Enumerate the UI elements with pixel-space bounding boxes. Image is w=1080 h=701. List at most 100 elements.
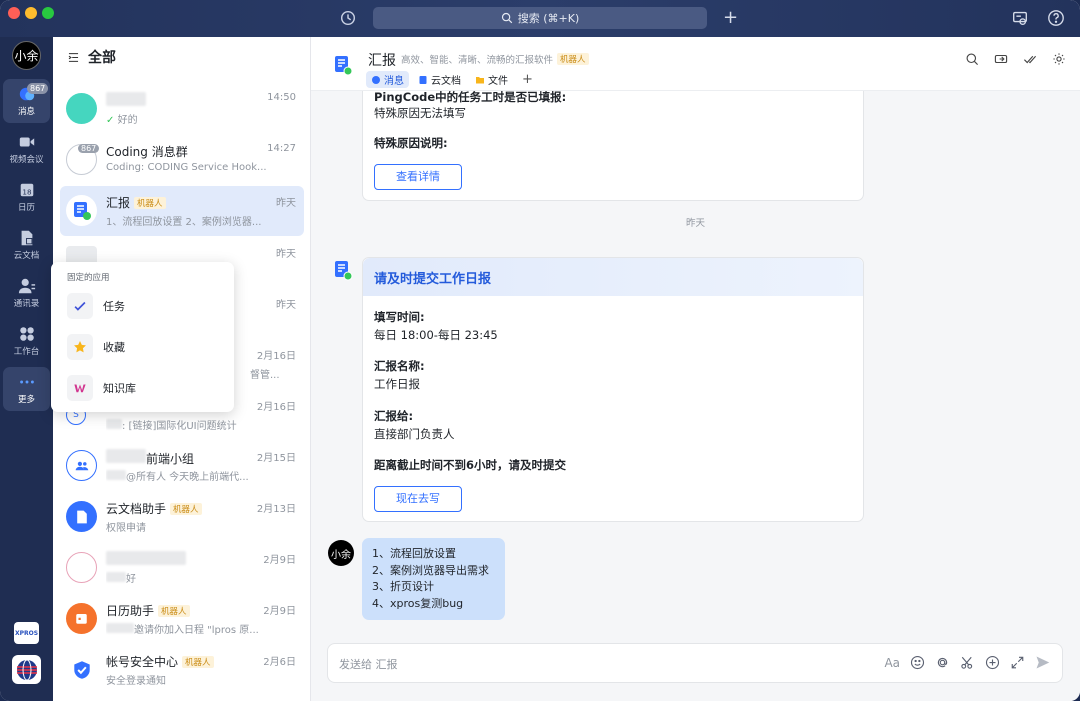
calendar-icon: 18 [20, 183, 33, 197]
docs-assistant-avatar [66, 501, 97, 532]
message-line: 1、流程回放设置 [372, 547, 456, 560]
more-dots-icon [19, 380, 34, 384]
tab-files[interactable]: 文件 [470, 71, 513, 88]
unread-badge: 867 [78, 144, 100, 153]
group-avatar [66, 450, 97, 481]
conversation-name [106, 551, 186, 568]
pinned-app-tasks[interactable]: 任务 [67, 292, 227, 320]
conversation-item[interactable]: 867 Coding 消息群 Coding: CODING Service Ho… [60, 135, 304, 185]
conversation-time: 2月6日 [263, 657, 296, 668]
bot-tag: 机器人 [557, 53, 589, 65]
conversation-preview: Coding: CODING Service Hook... [106, 162, 266, 173]
document-icon [21, 230, 32, 246]
conversation-name: 帐号安全中心 机器人 [106, 653, 214, 670]
pinned-app-label: 收藏 [103, 341, 125, 354]
conversation-time: 2月16日 [256, 351, 296, 362]
rail-item-calendar[interactable]: 18 日历 [3, 175, 50, 219]
message-input[interactable]: 发送给 汇报 Aa [327, 643, 1063, 683]
conversation-preview: @所有人 今天晚上前端代... [106, 468, 266, 483]
rail-item-more[interactable]: 更多 [3, 367, 50, 411]
contacts-icon [18, 278, 35, 294]
filter-list-icon[interactable] [67, 51, 80, 64]
rail-item-messages[interactable]: 消息 867 [3, 79, 50, 123]
close-window-button[interactable] [8, 7, 20, 19]
conversation-time: 2月9日 [263, 555, 296, 566]
history-icon[interactable] [339, 9, 357, 27]
fill-time-value: 每日 18:00-每日 23:45 [374, 328, 498, 342]
rail-label: 通讯录 [13, 299, 40, 309]
font-format-icon[interactable]: Aa [884, 656, 900, 670]
settings-gear-icon[interactable] [1052, 52, 1066, 66]
rail-item-docs[interactable]: 云文档 [3, 223, 50, 267]
add-tab-button[interactable]: + [517, 71, 538, 88]
daily-report-card: 请及时提交工作日报 填写时间: 每日 18:00-每日 23:45 汇报名称: … [362, 257, 864, 522]
conversation-item[interactable]: 好 2月9日 [60, 543, 304, 593]
my-avatar[interactable]: 小余 [12, 41, 41, 70]
share-icon[interactable] [994, 52, 1008, 66]
search-input[interactable]: 搜索 (⌘+K) [373, 7, 707, 29]
check-circle-icon: ✓ [106, 115, 115, 126]
task-check-icon [67, 293, 93, 319]
group-icon [75, 461, 88, 470]
conversation-name: Coding 消息群 [106, 145, 188, 159]
rail-item-video-meeting[interactable]: 视频会议 [3, 127, 50, 171]
conversation-item[interactable]: ✓ 好的 14:50 [60, 84, 304, 134]
conversation-time: 14:50 [267, 92, 296, 103]
pinned-app-favorites[interactable]: 收藏 [67, 333, 227, 361]
mention-icon[interactable] [935, 655, 950, 670]
help-center-icon[interactable] [1011, 9, 1029, 27]
rail-label: 工作台 [13, 347, 40, 357]
input-toolbar: Aa [884, 655, 1050, 670]
double-check-icon[interactable] [1023, 52, 1037, 66]
conversation-preview: 督管... [250, 370, 280, 381]
conversation-item-huibao[interactable]: 汇报 机器人 1、流程回放设置 2、案例浏览器... 昨天 [60, 186, 304, 236]
report-bot-avatar [66, 195, 97, 226]
conversation-item-calendar-assistant[interactable]: 日历助手 机器人 邀请你加入日程 "lpros 原... 2月9日 [60, 594, 304, 644]
conversation-name: 前端小组 [106, 449, 194, 467]
document-icon [419, 75, 427, 84]
list-title: 全部 [88, 50, 116, 66]
rail-item-contacts[interactable]: 通讯录 [3, 271, 50, 315]
maximize-window-button[interactable] [42, 7, 54, 19]
fill-time-label: 填写时间: [374, 310, 425, 324]
expand-icon[interactable] [1010, 655, 1025, 670]
tab-messages[interactable]: 消息 [366, 71, 409, 88]
card-title: 请及时提交工作日报 [363, 258, 863, 296]
conversation-name [106, 92, 146, 109]
conversation-item-account-security[interactable]: 帐号安全中心 机器人 安全登录通知 2月6日 [60, 645, 304, 695]
rail-label: 消息 [17, 107, 35, 117]
message-icon [372, 75, 380, 84]
search-icon[interactable] [965, 52, 979, 66]
report-bot-icon [335, 56, 353, 76]
conversation-name: 日历助手 机器人 [106, 602, 190, 619]
folder-icon [476, 76, 484, 83]
tab-docs[interactable]: 云文档 [413, 71, 466, 88]
report-name-label: 汇报名称: [374, 359, 425, 373]
video-camera-icon [19, 137, 34, 147]
new-button[interactable]: + [723, 7, 738, 29]
shield-avatar [66, 654, 97, 685]
report-to-label: 汇报给: [374, 409, 414, 423]
view-details-button[interactable]: 查看详情 [374, 164, 462, 190]
wiki-icon [67, 375, 93, 401]
rail-item-workbench[interactable]: 工作台 [3, 319, 50, 363]
globe-app-icon[interactable] [12, 655, 41, 684]
chat-subtitle: 高效、智能、清晰、流畅的汇报软件 机器人 [401, 52, 589, 66]
add-circle-icon[interactable] [985, 655, 1000, 670]
conversation-item-docs-assistant[interactable]: 云文档助手 机器人 权限申请 2月13日 [60, 492, 304, 542]
help-icon[interactable] [1047, 9, 1065, 27]
chat-header: 汇报 高效、智能、清晰、流畅的汇报软件 机器人 消息 云文档 文件 + [311, 37, 1080, 91]
chat-title: 汇报 [368, 53, 396, 69]
send-icon[interactable] [1035, 655, 1050, 670]
xpros-app-icon[interactable]: XPROS [14, 622, 39, 644]
pinned-app-wiki[interactable]: 知识库 [67, 374, 227, 402]
minimize-window-button[interactable] [25, 7, 37, 19]
conversation-item-frontend-group[interactable]: 前端小组 @所有人 今天晚上前端代... 2月15日 [60, 441, 304, 491]
conversation-time: 2月13日 [256, 504, 296, 515]
conversation-preview: 好 [106, 570, 266, 585]
scissors-icon[interactable] [960, 655, 975, 670]
pinned-app-label: 任务 [103, 300, 125, 313]
emoji-icon[interactable] [910, 655, 925, 670]
bot-tag: 机器人 [170, 503, 202, 515]
write-now-button[interactable]: 现在去写 [374, 486, 462, 512]
